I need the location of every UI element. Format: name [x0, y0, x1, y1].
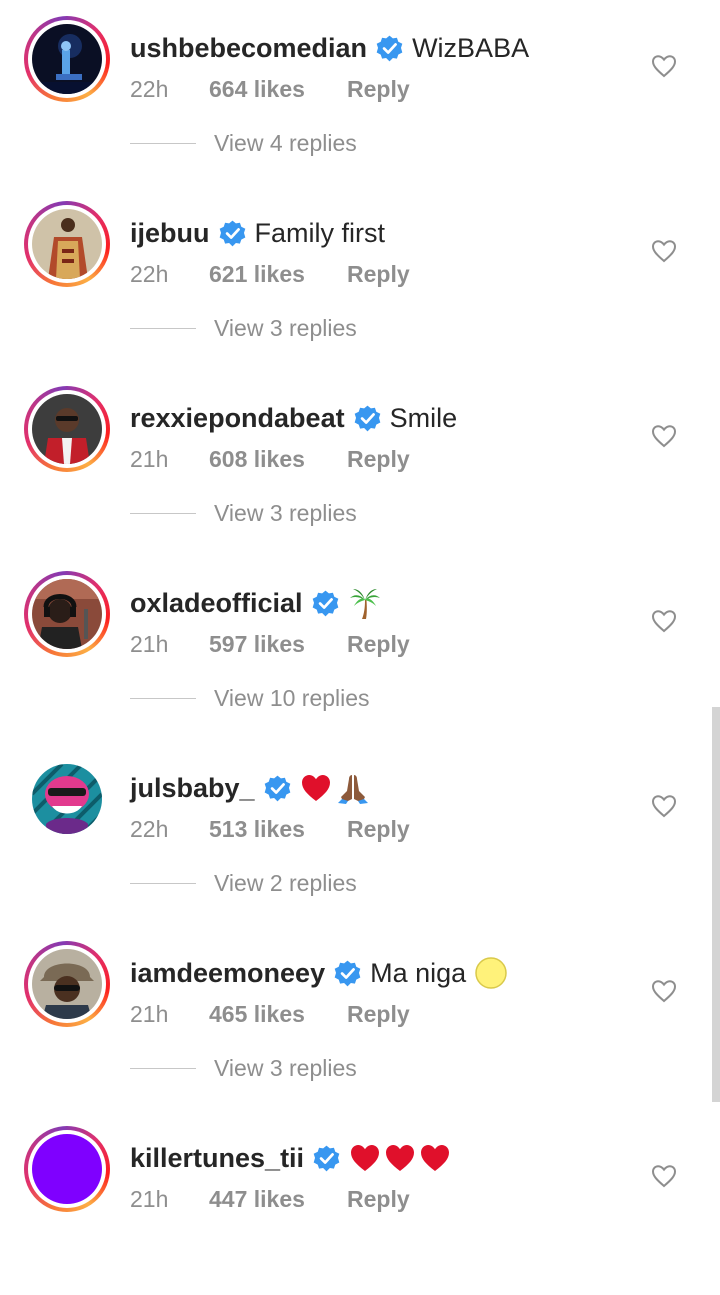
red-heart-emoji	[421, 1145, 450, 1171]
divider	[130, 883, 196, 884]
comment-text: WizBABA	[412, 32, 530, 63]
verified-badge-icon	[313, 1145, 340, 1171]
comment-item: ijebuu Family first 22h 621 likes Reply …	[0, 185, 720, 370]
reply-button[interactable]: Reply	[347, 631, 410, 658]
comment-item: oxladeofficial 21h 597 likes Reply View …	[0, 555, 720, 740]
comment-text: Family first	[254, 217, 386, 248]
likes-count[interactable]: 513 likes	[209, 816, 347, 843]
reply-button[interactable]: Reply	[347, 1001, 410, 1028]
comment-time: 22h	[130, 261, 169, 287]
reply-button[interactable]: Reply	[347, 76, 410, 103]
likes-count[interactable]: 621 likes	[209, 261, 347, 288]
red-heart-emoji	[351, 1145, 380, 1171]
divider	[130, 698, 196, 699]
avatar-story-ring[interactable]	[24, 571, 110, 657]
comment-text: Ma niga	[370, 957, 467, 988]
view-replies-label: View 10 replies	[214, 685, 370, 711]
like-heart-icon[interactable]	[651, 979, 677, 1003]
reply-button[interactable]: Reply	[347, 261, 410, 288]
comment-time: 21h	[130, 1001, 169, 1027]
comment-time: 22h	[130, 816, 169, 842]
avatar-container[interactable]	[24, 756, 110, 842]
avatar[interactable]	[32, 394, 102, 464]
comment-item: julsbaby_ 22h 513 likes Reply View 2 rep…	[0, 740, 720, 925]
view-replies-button[interactable]: View 3 replies	[130, 315, 357, 342]
comment-time: 21h	[130, 631, 169, 657]
username[interactable]: killertunes_tii	[130, 1143, 304, 1174]
avatar-story-ring[interactable]	[24, 201, 110, 287]
username[interactable]: ijebuu	[130, 218, 210, 249]
yellow-circle-emoji	[475, 957, 507, 989]
verified-badge-icon	[264, 775, 290, 801]
divider	[130, 1068, 196, 1069]
username[interactable]: iamdeemoneey	[130, 958, 325, 989]
likes-count[interactable]: 597 likes	[209, 631, 347, 658]
comment-time: 22h	[130, 76, 169, 102]
likes-count[interactable]: 465 likes	[209, 1001, 347, 1028]
username[interactable]: rexxiepondabeat	[130, 403, 345, 434]
verified-badge-icon	[219, 220, 245, 246]
likes-count[interactable]: 608 likes	[209, 446, 347, 473]
verified-badge-icon	[354, 405, 380, 431]
divider	[130, 513, 196, 514]
like-heart-icon[interactable]	[651, 1164, 677, 1188]
avatar[interactable]	[32, 949, 102, 1019]
avatar[interactable]	[32, 24, 102, 94]
divider	[130, 143, 196, 144]
like-heart-icon[interactable]	[651, 424, 677, 448]
avatar-story-ring[interactable]	[24, 386, 110, 472]
view-replies-label: View 2 replies	[214, 870, 357, 896]
folded-hands-emoji	[337, 775, 368, 804]
comment-item: iamdeemoneey Ma niga 21h 465 likes Reply…	[0, 925, 720, 1110]
comment-time: 21h	[130, 1186, 169, 1212]
username[interactable]: julsbaby_	[130, 773, 255, 804]
verified-badge-icon	[312, 590, 338, 616]
reply-button[interactable]: Reply	[347, 1186, 410, 1213]
avatar-story-ring[interactable]	[24, 941, 110, 1027]
like-heart-icon[interactable]	[651, 609, 677, 633]
view-replies-label: View 3 replies	[214, 500, 357, 526]
view-replies-button[interactable]: View 10 replies	[130, 685, 370, 712]
username[interactable]: oxladeofficial	[130, 588, 303, 619]
view-replies-button[interactable]: View 4 replies	[130, 130, 357, 157]
view-replies-button[interactable]: View 3 replies	[130, 500, 357, 527]
red-heart-emoji	[386, 1145, 415, 1171]
comment-item: rexxiepondabeat Smile 21h 608 likes Repl…	[0, 370, 720, 555]
scrollbar[interactable]	[712, 707, 720, 1102]
like-heart-icon[interactable]	[651, 239, 677, 263]
divider	[130, 328, 196, 329]
avatar-story-ring[interactable]	[24, 1126, 110, 1212]
username[interactable]: ushbebecomedian	[130, 33, 367, 64]
comment-text: Smile	[389, 402, 458, 433]
view-replies-button[interactable]: View 2 replies	[130, 870, 357, 897]
comment-time: 21h	[130, 446, 169, 472]
likes-count[interactable]: 664 likes	[209, 76, 347, 103]
reply-button[interactable]: Reply	[347, 446, 410, 473]
view-replies-button[interactable]: View 3 replies	[130, 1055, 357, 1082]
avatar[interactable]	[32, 579, 102, 649]
verified-badge-icon	[376, 35, 403, 61]
view-replies-label: View 3 replies	[214, 315, 357, 341]
avatar[interactable]	[32, 1134, 102, 1204]
like-heart-icon[interactable]	[651, 54, 677, 78]
view-replies-label: View 3 replies	[214, 1055, 357, 1081]
comment-item: ushbebecomedian WizBABA 22h 664 likes Re…	[0, 0, 720, 185]
palm-tree-emoji	[349, 589, 380, 619]
avatar[interactable]	[32, 764, 102, 834]
avatar[interactable]	[32, 209, 102, 279]
avatar-story-ring[interactable]	[24, 16, 110, 102]
verified-badge-icon	[334, 960, 361, 986]
like-heart-icon[interactable]	[651, 794, 677, 818]
comment-item: killertunes_tii 21h 447 likes Reply	[0, 1110, 720, 1295]
view-replies-label: View 4 replies	[214, 130, 357, 156]
likes-count[interactable]: 447 likes	[209, 1186, 347, 1213]
red-heart-emoji	[301, 775, 330, 801]
reply-button[interactable]: Reply	[347, 816, 410, 843]
